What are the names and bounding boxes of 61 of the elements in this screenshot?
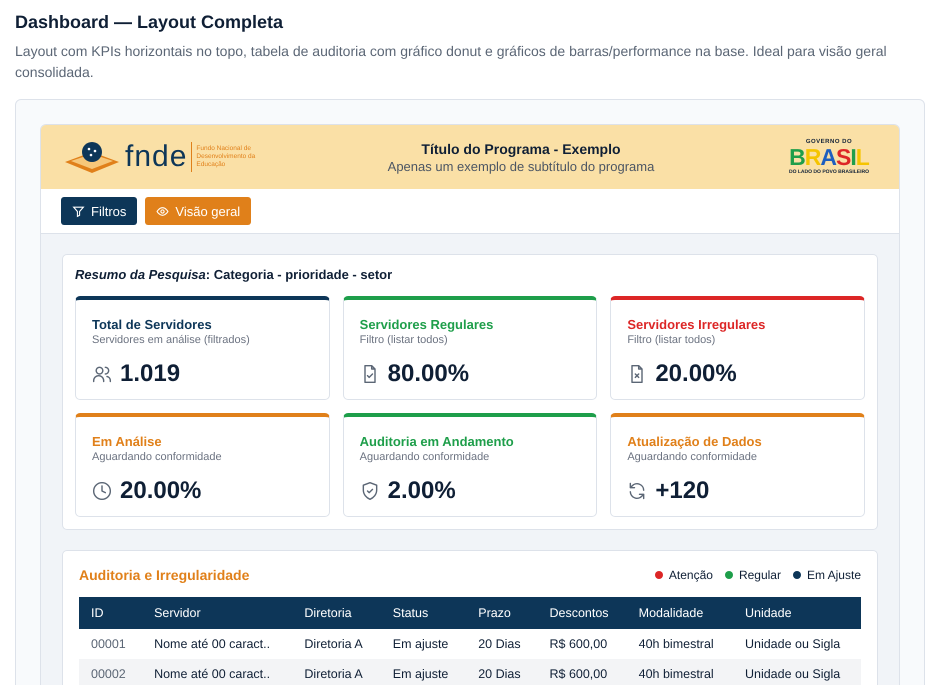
table-cell: Diretoria A — [292, 629, 381, 659]
table-cell: R$ 600,00 — [538, 659, 627, 685]
kpi-title: Auditoria em Andamento — [360, 434, 515, 449]
kpi-value: 1.019 — [120, 360, 180, 388]
column-header: Modalidade — [626, 597, 733, 629]
page-description: Layout com KPIs horizontais no topo, tabela de auditoria com gráfico donut e gráficos de barras/performance na base. Ideal para visão geral consolidada. — [15, 42, 888, 82]
kpi-value: +120 — [655, 477, 710, 505]
kpi-subtitle: Aguardando conformidade — [92, 451, 223, 463]
column-header: Servidor — [142, 597, 292, 629]
column-header: Prazo — [466, 597, 538, 629]
clock-icon — [92, 481, 112, 501]
kpi-title: Atualização de Dados — [627, 434, 763, 449]
legend-label: Atenção — [668, 568, 713, 582]
table-cell: Unidade ou Sigla — [732, 629, 861, 659]
table-cell: 20 Dias — [466, 629, 538, 659]
table-cell: 40h bimestral — [626, 629, 733, 659]
page-title: Dashboard — Layout Completa — [15, 12, 284, 33]
table-cell: 20 Dias — [466, 659, 538, 685]
table-cell: Diretoria A — [292, 659, 381, 685]
logo-icon — [63, 140, 121, 174]
kpi-subtitle: Aguardando conformidade — [360, 451, 490, 463]
table-cell: 00002 — [79, 659, 142, 685]
kpi-title: Em Análise — [92, 434, 163, 449]
table-cell: Em ajuste — [380, 629, 466, 659]
gov-wordmark: BRASIL — [789, 145, 869, 169]
table-cell: 00001 — [79, 629, 142, 659]
table-cell: Nome até 00 caract.. — [142, 659, 292, 685]
kpi-subtitle: Filtro (listar todos) — [360, 334, 449, 346]
summary-text: Resumo da Pesquisa: Categoria - prioridade - setor — [75, 267, 394, 282]
kpi-title: Total de Servidores — [92, 317, 213, 332]
users-icon — [92, 364, 112, 384]
filter-icon — [72, 204, 85, 218]
kpi-value: 2.00% — [388, 477, 456, 505]
kpi-subtitle: Filtro (listar todos) — [627, 334, 716, 346]
program-subtitle: Apenas um exemplo de subtítulo do programa — [386, 158, 656, 174]
table-cell: Nome até 00 caract.. — [142, 629, 292, 659]
table-cell: 40h bimestral — [626, 659, 733, 685]
eye-icon — [156, 204, 170, 218]
program-title: Título do Programa - Exemplo — [420, 140, 622, 156]
table-cell: Unidade ou Sigla — [732, 659, 861, 685]
kpi-subtitle: Aguardando conformidade — [627, 451, 758, 463]
table-cell: Em ajuste — [380, 659, 466, 685]
kpi-subtitle: Servidores em análise (filtrados) — [92, 334, 251, 346]
column-header: Diretoria — [292, 597, 381, 629]
section-title: Auditoria e Irregularidade — [79, 567, 250, 583]
kpi-value: 20.00% — [120, 477, 202, 505]
column-header: ID — [79, 597, 142, 629]
table-cell: R$ 600,00 — [538, 629, 627, 659]
legend-label: Em Ajuste — [806, 568, 861, 582]
kpi-title: Servidores Irregulares — [627, 317, 766, 332]
kpi-value: 80.00% — [388, 360, 470, 388]
kpi-value: 20.00% — [655, 360, 737, 388]
column-header: Descontos — [538, 597, 627, 629]
kpi-title: Servidores Regulares — [360, 317, 494, 332]
refresh-icon — [627, 481, 648, 501]
legend-label: Regular — [738, 568, 781, 582]
shield-check-icon — [360, 481, 380, 501]
column-header: Status — [380, 597, 466, 629]
column-header: Unidade — [732, 597, 861, 629]
logo-text: fnde — [125, 142, 192, 172]
filter-button[interactable]: Filtros — [61, 197, 138, 225]
